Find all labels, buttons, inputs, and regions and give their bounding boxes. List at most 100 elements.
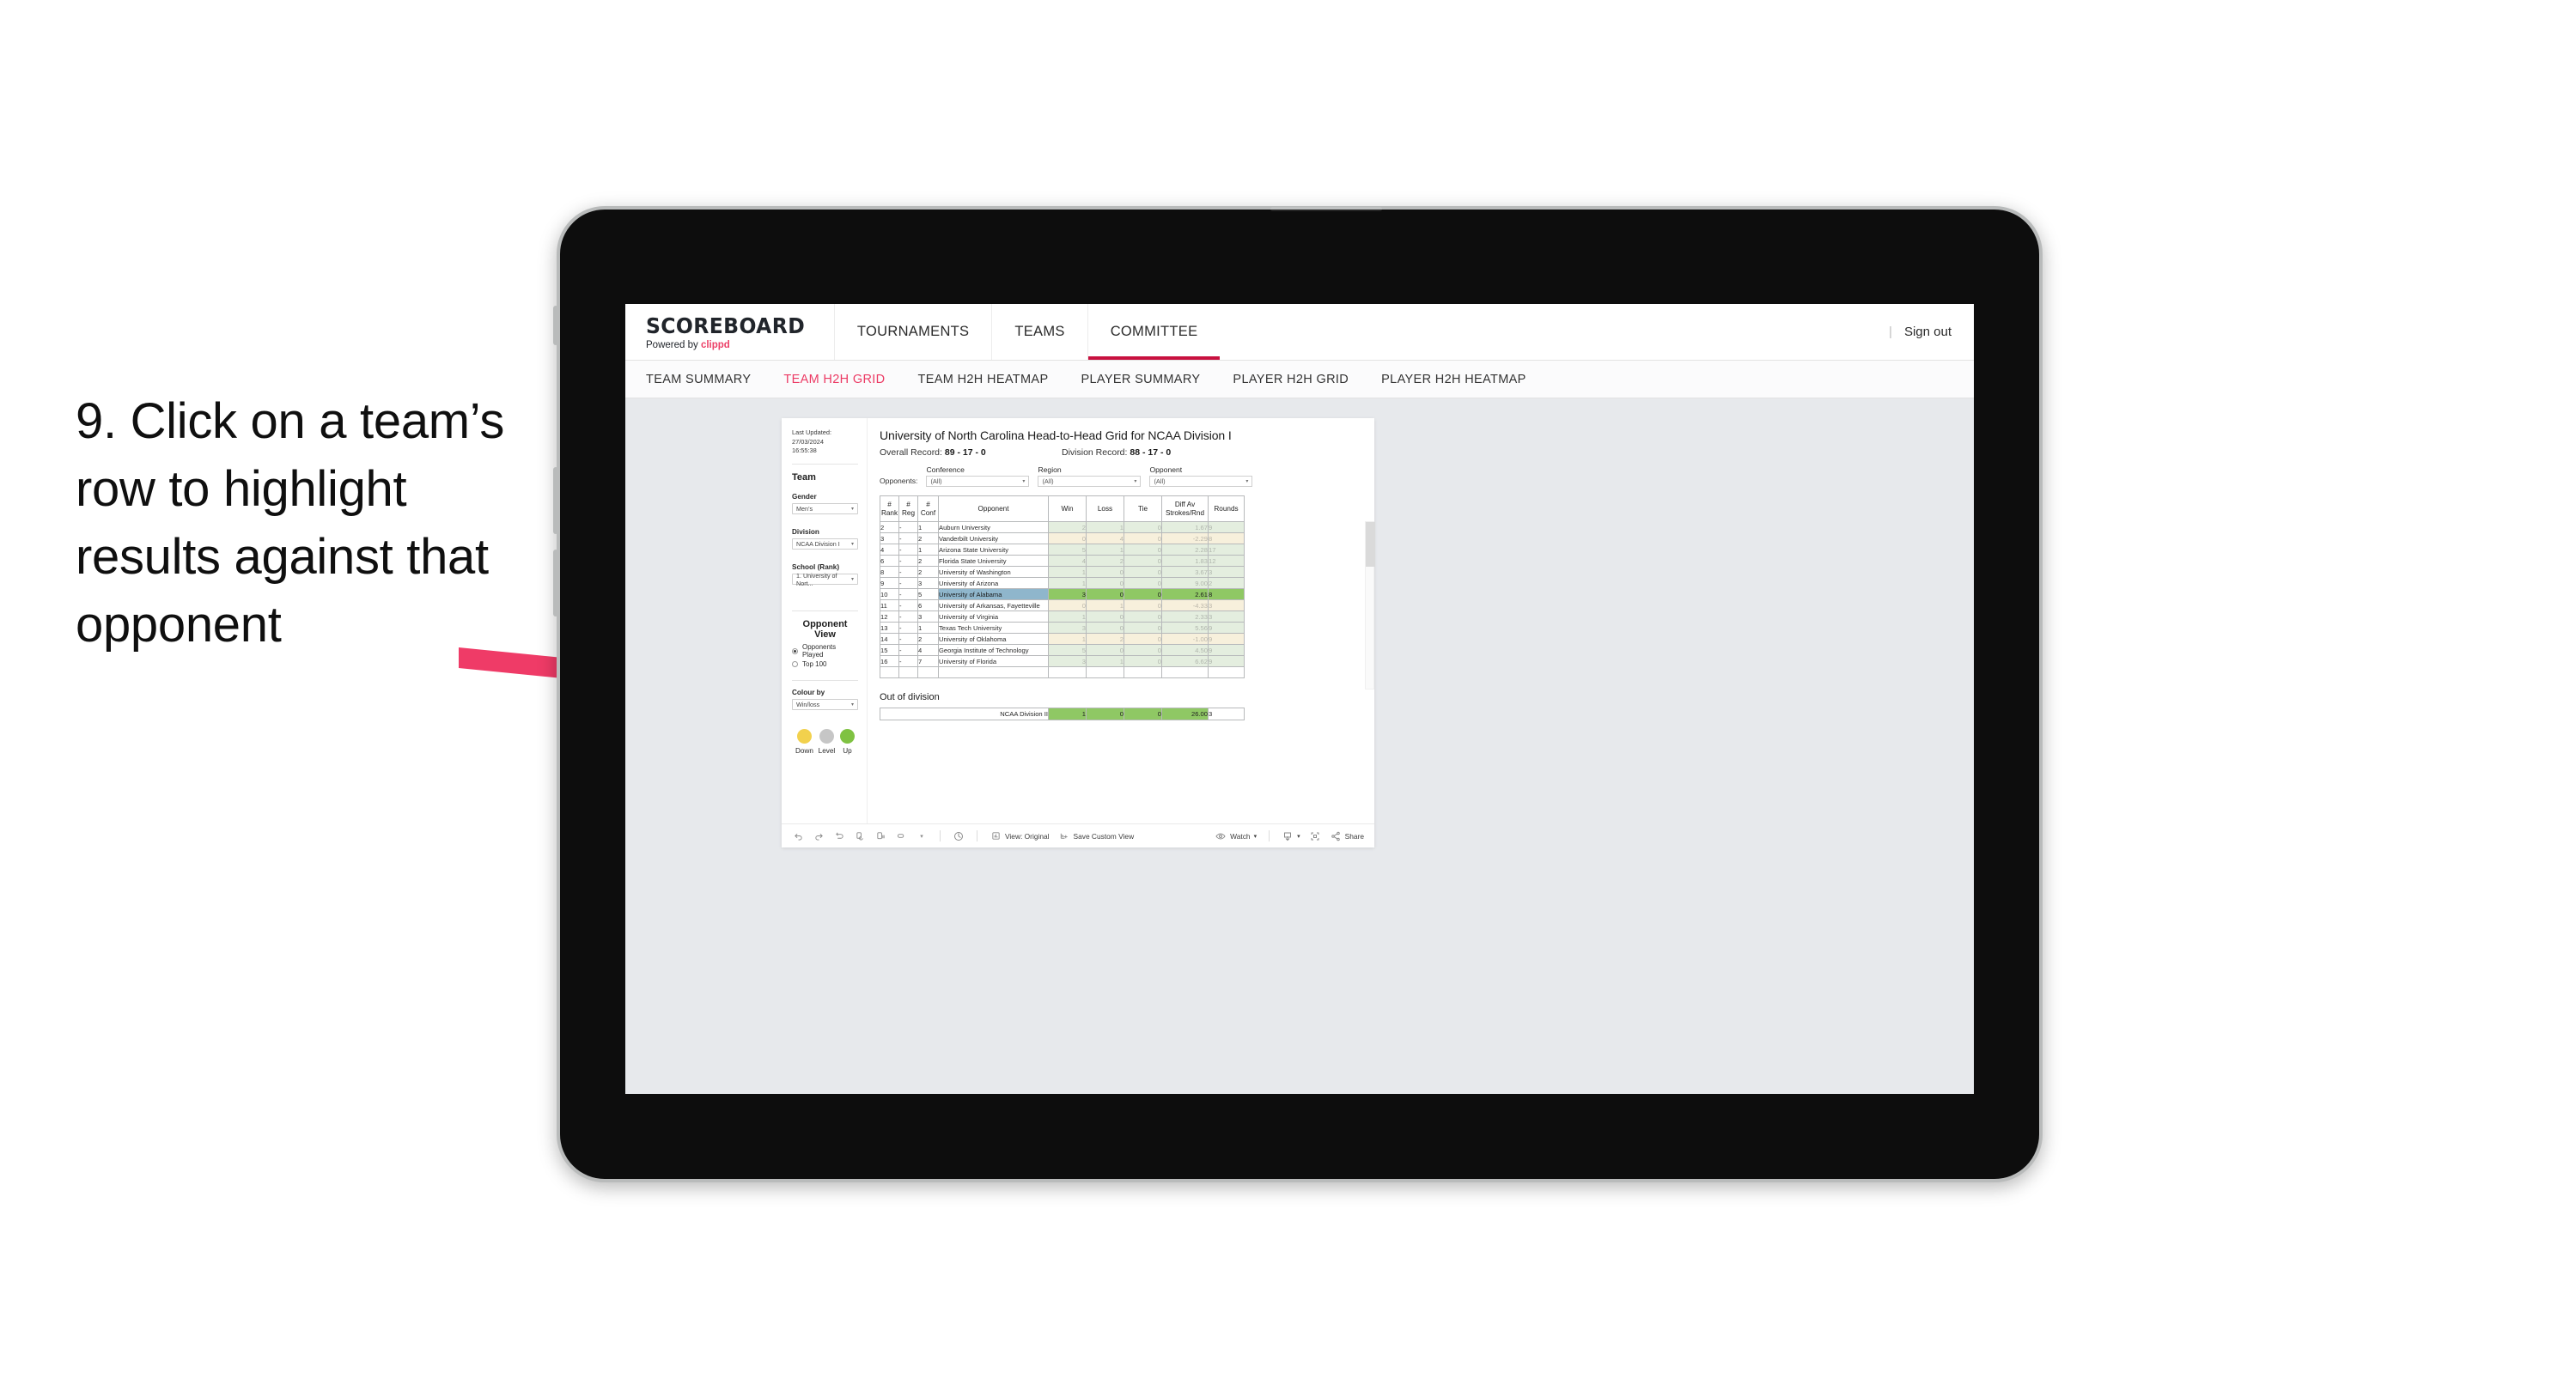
colour-by-select[interactable]: Win/loss ▾	[792, 699, 858, 711]
filter-conference-value: (All)	[930, 477, 942, 485]
refresh-data-icon[interactable]	[854, 830, 866, 842]
legend-dot-down	[796, 729, 812, 744]
grid-vertical-scrollbar[interactable]	[1365, 521, 1375, 689]
table-row[interactable]: 4-1 Arizona State University 5 1 0 2.28 17	[880, 544, 1245, 556]
tab-team-h2h-heatmap[interactable]: TEAM H2H HEATMAP	[918, 373, 1049, 386]
tab-team-h2h-grid[interactable]: TEAM H2H GRID	[783, 373, 885, 386]
cell-loss: 2	[1086, 633, 1124, 645]
tab-player-h2h-heatmap[interactable]: PLAYER H2H HEATMAP	[1381, 373, 1526, 386]
cell-reg: -	[898, 610, 918, 623]
col-header-win: Win	[1048, 495, 1087, 522]
cell-conf: 7	[917, 655, 939, 667]
opponent-filters: Opponents: Conference (All) ▾ Region (Al…	[880, 465, 1362, 487]
tab-player-h2h-grid[interactable]: PLAYER H2H GRID	[1233, 373, 1349, 386]
cell-loss: 0	[1086, 588, 1124, 600]
legend-item-down: Down	[795, 729, 813, 755]
table-row[interactable]: 16-7 University of Florida 3 1 0 6.62 9	[880, 655, 1245, 667]
table-row[interactable]: 6-2 Florida State University 4 2 0 1.83 12	[880, 555, 1245, 567]
cell-rounds: 9	[1208, 622, 1245, 634]
pause-refresh-icon[interactable]	[874, 830, 886, 842]
chevron-down-icon: ▾	[850, 577, 854, 583]
brand-logo[interactable]: SCOREBOARD Powered by clippd	[625, 304, 834, 360]
share-button[interactable]: Share	[1330, 830, 1364, 842]
gender-select[interactable]: Men’s ▾	[792, 503, 858, 515]
cell-opponent: University of Oklahoma	[938, 633, 1049, 645]
filter-conference: Conference (All) ▾	[926, 465, 1030, 487]
filter-conference-select[interactable]: (All) ▾	[926, 476, 1030, 487]
cell-win: 3	[1048, 655, 1087, 667]
legend-label-level: Level	[818, 747, 836, 756]
table-row[interactable]: 14-2 University of Oklahoma 1 2 0 -1.00 9	[880, 633, 1245, 645]
cell-rounds: 8	[1208, 532, 1245, 544]
cell-opponent: University of Arizona	[938, 577, 1049, 589]
cell-rounds: 3	[1208, 566, 1245, 578]
cell-rounds: 8	[1208, 588, 1245, 600]
cell-conf: 1	[917, 622, 939, 634]
legend-item-up: Up	[839, 729, 855, 755]
table-row[interactable]: 3-2 Vanderbilt University 0 4 0 -2.29 8	[880, 532, 1245, 544]
chevron-down-icon: ▾	[850, 507, 854, 513]
school-select[interactable]: 1. University of Nort... ▾	[792, 572, 858, 587]
out-of-division-row[interactable]: NCAA Division II 1 0 0 26.00 3	[880, 708, 1245, 720]
overall-record-value: 89 - 17 - 0	[944, 447, 986, 458]
watch-button[interactable]: Watch ▾	[1215, 830, 1257, 842]
grid-scrollbar-thumb[interactable]	[1366, 522, 1375, 567]
filter-region-select[interactable]: (All) ▾	[1038, 476, 1142, 487]
redo-icon[interactable]	[813, 830, 825, 842]
overall-record-label: Overall Record:	[880, 447, 942, 458]
table-row[interactable]: 10-5 University of Alabama 3 0 0 2.61 8	[880, 588, 1245, 600]
tab-player-summary[interactable]: PLAYER SUMMARY	[1081, 373, 1200, 386]
table-row[interactable]: 2-1 Auburn University 2 1 0 1.67 9	[880, 521, 1245, 533]
division-record-label: Division Record:	[1062, 447, 1128, 458]
opponents-filter-label: Opponents:	[880, 477, 918, 485]
cell-rank: 15	[880, 644, 899, 656]
primary-nav: TOURNAMENTS TEAMS COMMITTEE	[833, 304, 1221, 360]
label-school-rank: School (Rank)	[792, 563, 840, 572]
cell-conf: 3	[917, 610, 939, 623]
last-updated-block: Last Updated: 27/03/2024 16:55:38	[792, 428, 858, 456]
table-row[interactable]: 11-6 University of Arkansas, Fayetteville…	[880, 599, 1245, 611]
workbook-body: Last Updated: 27/03/2024 16:55:38 Team G…	[782, 418, 1375, 823]
cell-reg: -	[898, 655, 918, 667]
cell-rounds: 3	[1208, 599, 1245, 611]
chevron-down-icon[interactable]: ▾	[916, 830, 928, 842]
tab-team-summary[interactable]: TEAM SUMMARY	[646, 373, 751, 386]
page-root: 9. Click on a team’s row to highlight re…	[0, 0, 2576, 1385]
sign-out-link[interactable]: Sign out	[1904, 325, 1952, 339]
division-select[interactable]: NCAA Division I ▾	[792, 538, 858, 550]
ood-diff: 26.00	[1161, 708, 1209, 720]
nav-item-tournaments[interactable]: TOURNAMENTS	[833, 304, 991, 360]
workbook-toolbar: ▾ View: Original Save Custom View Watch …	[782, 823, 1374, 847]
cell-win: 1	[1048, 633, 1087, 645]
cell-rounds: 9	[1208, 633, 1245, 645]
revert-icon[interactable]	[833, 830, 845, 842]
pause-auto-updates-icon[interactable]	[953, 830, 965, 842]
table-row[interactable]: 15-4 Georgia Institute of Technology 5 0 0 4.…	[880, 644, 1245, 656]
brand-powered-text: Powered by	[646, 340, 701, 350]
radio-opponents-played[interactable]: Opponents Played	[792, 643, 858, 659]
cell-conf: 6	[917, 599, 939, 611]
table-row[interactable]: 13-1 Texas Tech University 3 0 0 5.56 9	[880, 622, 1245, 634]
ood-win: 1	[1048, 708, 1087, 720]
cell-rounds: 9	[1208, 655, 1245, 667]
cell-tie: 0	[1124, 644, 1162, 656]
cell-tie: 0	[1124, 555, 1162, 567]
save-custom-view-button[interactable]: Save Custom View	[1058, 830, 1134, 842]
radio-top-100[interactable]: Top 100	[792, 660, 858, 668]
undo-icon[interactable]	[792, 830, 804, 842]
view-original-button[interactable]: View: Original	[990, 830, 1050, 842]
col-header-conf: # Conf	[917, 495, 939, 522]
table-row[interactable]: 8-2 University of Washington 1 0 0 3.67 3	[880, 566, 1245, 578]
table-row[interactable]: 9-3 University of Arizona 1 0 0 9.00 2	[880, 577, 1245, 589]
nav-item-committee[interactable]: COMMITTEE	[1087, 304, 1221, 360]
highlight-icon[interactable]	[895, 830, 907, 842]
cell-rank: 2	[880, 521, 899, 533]
full-screen-icon[interactable]	[1309, 830, 1321, 842]
nav-item-teams[interactable]: TEAMS	[991, 304, 1087, 360]
brand-tagline: Powered by clippd	[646, 340, 815, 350]
cell-win: 0	[1048, 599, 1087, 611]
filter-opponent-select[interactable]: (All) ▾	[1149, 476, 1253, 487]
download-button[interactable]: ▾	[1282, 830, 1300, 842]
ood-tie: 0	[1124, 708, 1162, 720]
table-row[interactable]: 12-3 University of Virginia 1 0 0 2.33 3	[880, 610, 1245, 623]
